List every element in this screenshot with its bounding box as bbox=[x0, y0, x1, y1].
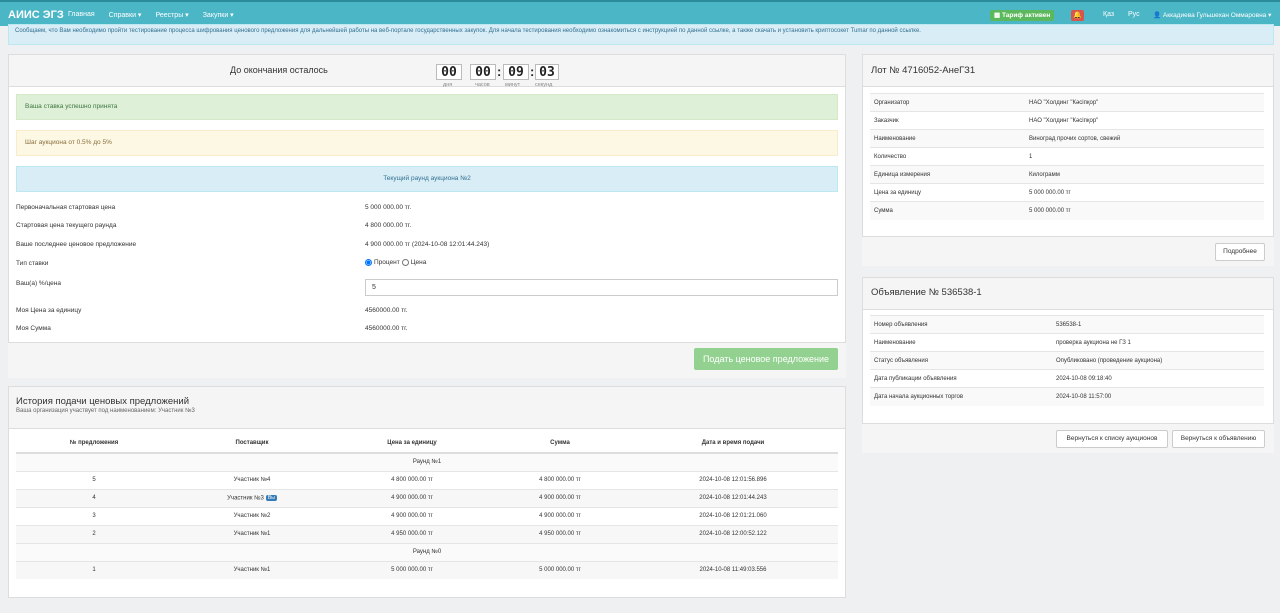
notice-banner: Сообщаем, что Вам необходимо пройти тест… bbox=[8, 24, 1274, 45]
table-row: Дата начала аукционных торгов 2024-10-08 … bbox=[870, 387, 1264, 406]
main-nav: Главная Справки ▾ Реестры ▾ Закупки ▾ bbox=[68, 11, 234, 19]
history-subtitle: Ваша организация участвует под наименова… bbox=[16, 408, 195, 414]
days-label: дня bbox=[443, 82, 453, 88]
table-row: 5 Участник №4 4 800 000.00 тг 4 800 000.… bbox=[16, 470, 838, 489]
more-button[interactable]: Подробнее bbox=[1215, 243, 1265, 261]
initial-price-value: 5 000 000.00 тг. bbox=[365, 204, 412, 211]
table-row: Дата публикации объявления 2024-10-08 09:… bbox=[870, 369, 1264, 388]
timer-seconds: 03 bbox=[535, 64, 559, 80]
back-to-announcement-button[interactable]: Вернуться к объявлению bbox=[1172, 430, 1265, 448]
tariff-label: Тариф активен bbox=[1001, 12, 1051, 19]
timer-days: 00 bbox=[436, 64, 462, 80]
last-offer-value: 4 900 000.00 тг (2024-10-08 12:01:44.243… bbox=[365, 241, 490, 248]
nav-home[interactable]: Главная bbox=[68, 11, 95, 19]
radio-percent[interactable] bbox=[365, 259, 372, 266]
radio-price[interactable] bbox=[401, 259, 409, 266]
round-start-price-value: 4 800 000.00 тг. bbox=[365, 222, 412, 229]
round-row: Раунд №1 bbox=[16, 452, 838, 471]
col-number: № предложения bbox=[16, 433, 172, 454]
lot-title: Лот № 4716052-АнеГЗ1 bbox=[871, 65, 976, 76]
your-price-label: Ваш(а) %/цена bbox=[16, 280, 61, 287]
table-row: Наименование проверка аукциона не ГЗ 1 bbox=[870, 333, 1264, 352]
radio-percent-label: Процент bbox=[374, 259, 400, 266]
col-sum: Сумма bbox=[492, 433, 628, 454]
round-row: Раунд №0 bbox=[16, 542, 838, 561]
lang-ru[interactable]: Рус bbox=[1128, 11, 1140, 18]
table-row: Сумма 5 000 000.00 тг bbox=[870, 201, 1264, 220]
col-unit-price: Цена за единицу bbox=[332, 433, 492, 454]
lot-info-table: Организатор НАО "Холдинг "Кәсіпқор" Заказ… bbox=[870, 93, 1264, 220]
history-header-row: № предложения Поставщик Цена за единицу … bbox=[16, 433, 838, 454]
table-row: Статус объявления Опубликовано (проведени… bbox=[870, 351, 1264, 370]
my-sum-label: Моя Сумма bbox=[16, 325, 51, 332]
my-unit-price-value: 4560000.00 тг. bbox=[365, 307, 408, 314]
nav-references[interactable]: Справки ▾ bbox=[109, 11, 142, 19]
timer-minutes: 09 bbox=[503, 64, 529, 80]
tariff-badge[interactable]: ▦ Тариф активен bbox=[990, 10, 1055, 21]
hours-label: часов bbox=[475, 82, 490, 88]
my-unit-price-label: Моя Цена за единицу bbox=[16, 307, 82, 314]
col-supplier: Поставщик bbox=[172, 433, 332, 454]
lot-footer bbox=[862, 236, 1274, 266]
table-row: Количество 1 bbox=[870, 147, 1264, 166]
nav-registries[interactable]: Реестры ▾ bbox=[155, 11, 188, 19]
announcement-title: Объявление № 536538-1 bbox=[871, 287, 982, 298]
table-row: 2 Участник №1 4 950 000.00 тг 4 950 000.… bbox=[16, 524, 838, 543]
table-row: 3 Участник №2 4 900 000.00 тг 4 900 000.… bbox=[16, 506, 838, 525]
table-row: Наименование Виноград прочих сортов, свеж… bbox=[870, 129, 1264, 148]
table-row: Заказчик НАО "Холдинг "Кәсіпқор" bbox=[870, 111, 1264, 130]
my-sum-value: 4560000.00 тг. bbox=[365, 325, 408, 332]
bet-type-group: Процент Цена bbox=[365, 259, 426, 266]
back-to-list-button[interactable]: Вернуться к списку аукционов bbox=[1056, 430, 1168, 448]
your-price-input[interactable]: 5 bbox=[365, 279, 838, 296]
brand-logo[interactable]: АИИС ЭГЗ bbox=[8, 9, 64, 21]
you-badge: Вы bbox=[265, 494, 277, 501]
minutes-label: минут bbox=[505, 82, 521, 88]
col-date: Дата и время подачи bbox=[628, 433, 838, 454]
seconds-label: секунд bbox=[535, 82, 553, 88]
history-table: № предложения Поставщик Цена за единицу … bbox=[16, 433, 838, 579]
bell-icon[interactable]: 🔔 bbox=[1071, 10, 1084, 21]
announcement-info-table: Номер объявления 536538-1 Наименование про… bbox=[870, 315, 1264, 406]
timer-header bbox=[9, 55, 845, 87]
table-row: 4 Участник №3 Вы 4 900 000.00 тг 4 900 00… bbox=[16, 488, 838, 507]
initial-price-label: Первоначальная стартовая цена bbox=[16, 204, 116, 211]
last-offer-label: Ваше последнее ценовое предложение bbox=[16, 241, 137, 248]
user-name: Аккадиева Гульшехан Оммаровна bbox=[1162, 12, 1267, 19]
table-row: Единица измерения Килограмм bbox=[870, 165, 1264, 184]
nav-procurement[interactable]: Закупки ▾ bbox=[203, 11, 234, 19]
top-navbar: АИИС ЭГЗ Главная Справки ▾ Реестры ▾ Зак… bbox=[0, 0, 1280, 26]
user-menu[interactable]: 👤 Аккадиева Гульшехан Оммаровна ▾ bbox=[1153, 11, 1271, 19]
submit-offer-button[interactable]: Подать ценовое предложение bbox=[694, 348, 838, 370]
table-row: Организатор НАО "Холдинг "Кәсіпқор" bbox=[870, 93, 1264, 112]
radio-price-label: Цена bbox=[410, 259, 427, 266]
timer-hours: 00 bbox=[470, 64, 496, 80]
timer-title: До окончания осталось bbox=[230, 65, 328, 75]
warning-alert: Шаг аукциона от 0.5% до 5% bbox=[16, 130, 838, 156]
lang-kz[interactable]: Қаз bbox=[1103, 11, 1114, 18]
table-row: 1 Участник №1 5 000 000.00 тг 5 000 000.… bbox=[16, 560, 838, 579]
round-info-alert: Текущий раунд аукциона №2 bbox=[16, 166, 838, 192]
round-start-price-label: Стартовая цена текущего раунда bbox=[16, 222, 117, 229]
user-icon: 👤 bbox=[1153, 12, 1162, 19]
success-alert: Ваша ставка успешно принята bbox=[16, 94, 838, 120]
bet-type-label: Тип ставки bbox=[16, 260, 49, 267]
history-title: История подачи ценовых предложений bbox=[16, 396, 189, 407]
table-row: Цена за единицу 5 000 000.00 тг bbox=[870, 183, 1264, 202]
table-row: Номер объявления 536538-1 bbox=[870, 315, 1264, 334]
